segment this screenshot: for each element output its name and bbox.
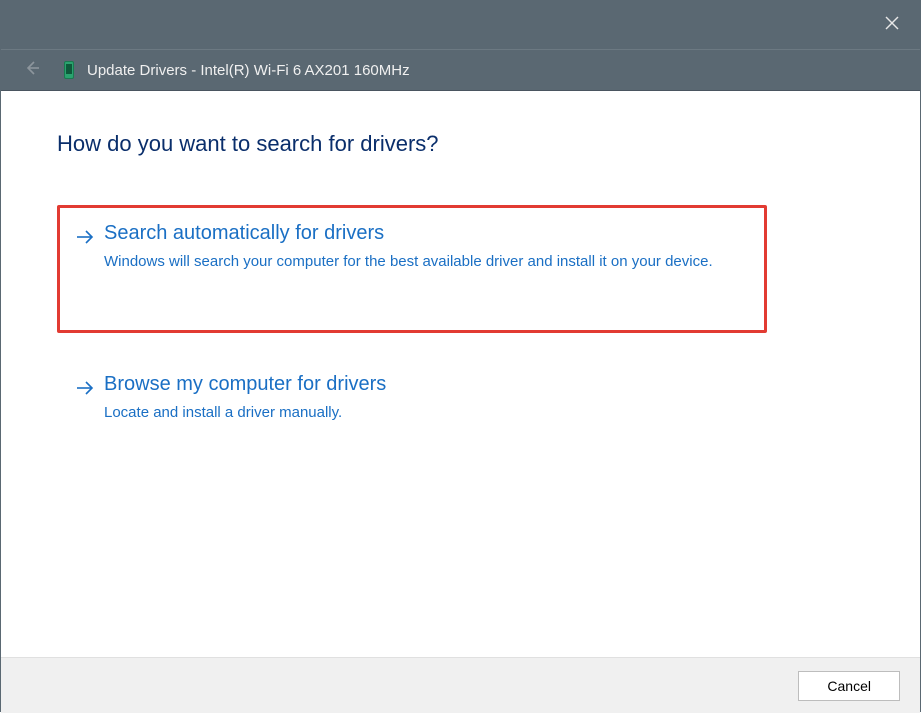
arrow-right-icon (76, 379, 94, 402)
option-title: Browse my computer for drivers (104, 373, 848, 396)
option-title: Search automatically for drivers (104, 222, 748, 245)
arrow-right-icon (76, 228, 94, 251)
wizard-header: Update Drivers - Intel(R) Wi-Fi 6 AX201 … (1, 49, 920, 91)
option-text: Search automatically for drivers Windows… (104, 222, 748, 274)
option-browse-computer[interactable]: Browse my computer for drivers Locate an… (57, 359, 864, 445)
option-description: Windows will search your computer for th… (104, 251, 724, 274)
option-search-automatically[interactable]: Search automatically for drivers Windows… (57, 205, 767, 333)
close-icon (885, 16, 899, 35)
header-title: Update Drivers - Intel(R) Wi-Fi 6 AX201 … (87, 62, 410, 79)
option-text: Browse my computer for drivers Locate an… (104, 373, 848, 425)
page-heading: How do you want to search for drivers? (57, 131, 864, 157)
window-titlebar (1, 1, 920, 49)
option-description: Locate and install a driver manually. (104, 402, 724, 425)
close-button[interactable] (876, 9, 908, 41)
back-arrow-icon (24, 60, 40, 80)
cancel-button[interactable]: Cancel (798, 671, 900, 701)
wizard-content: How do you want to search for drivers? S… (1, 91, 920, 657)
wizard-footer: Cancel (1, 657, 920, 713)
device-icon (61, 60, 77, 80)
back-button (21, 59, 43, 81)
